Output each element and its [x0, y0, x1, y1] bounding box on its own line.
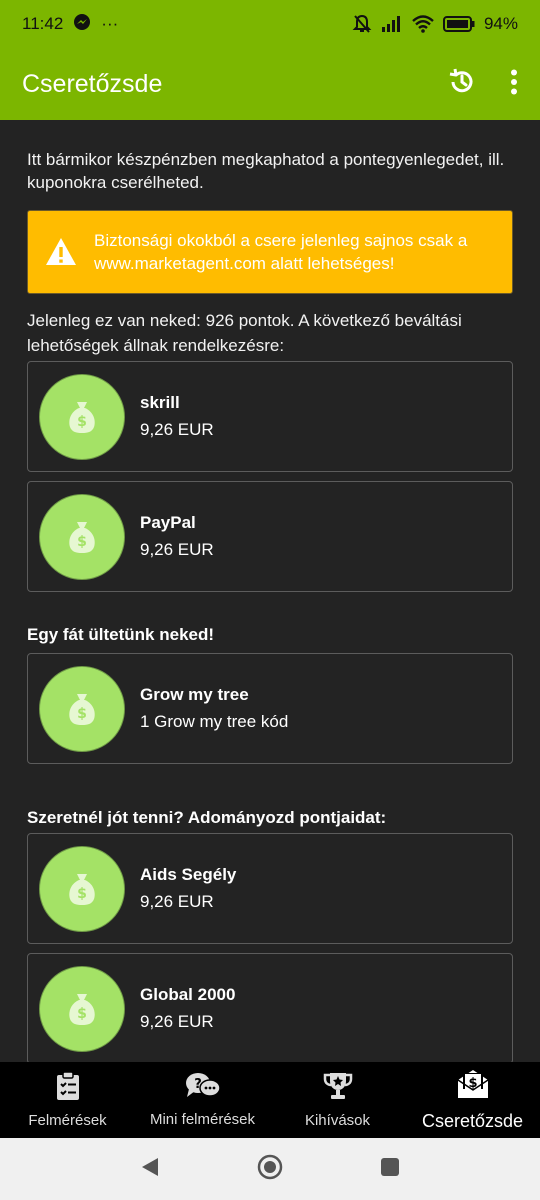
option-value: 9,26 EUR	[140, 420, 214, 439]
chat-question-icon: ?	[185, 1072, 221, 1105]
option-value: 9,26 EUR	[140, 540, 214, 559]
payout-option-paypal[interactable]: $ PayPal 9,26 EUR	[27, 481, 513, 592]
trophy-icon	[322, 1071, 354, 1106]
tree-section-title: Egy fát ültetünk neked!	[27, 625, 215, 644]
home-circle-icon	[257, 1154, 283, 1185]
app-bar: Cseretőzsde	[0, 48, 540, 120]
money-bag-icon: $	[39, 845, 125, 932]
messenger-icon	[73, 13, 91, 36]
intro-text: Itt bármikor készpénzben megkaphatod a p…	[27, 150, 505, 192]
svg-text:$: $	[77, 534, 87, 550]
option-name: PayPal	[140, 513, 196, 532]
home-button[interactable]	[240, 1144, 300, 1194]
svg-text:$: $	[77, 1006, 87, 1022]
balance-prefix: Jelenleg ez van neked:	[27, 311, 206, 330]
option-name: Aids Segély	[140, 865, 237, 884]
recents-button[interactable]	[360, 1144, 420, 1194]
option-value: 9,26 EUR	[140, 1012, 214, 1031]
clipboard-checklist-icon	[54, 1071, 82, 1106]
nav-label: Mini felmérések	[149, 1111, 256, 1128]
money-bag-icon: $	[39, 373, 125, 460]
payout-option-skrill[interactable]: $ skrill 9,26 EUR	[27, 361, 513, 472]
battery-level: 94%	[483, 14, 518, 33]
nav-item-mini-surveys[interactable]: ? Mini felmérések	[135, 1062, 270, 1138]
nav-item-exchange[interactable]: $ Cseretőzsde	[405, 1062, 540, 1138]
nav-item-surveys[interactable]: Felmérések	[0, 1062, 135, 1138]
nav-label: Felmérések	[28, 1112, 107, 1129]
warning-icon	[44, 235, 78, 269]
recents-square-icon	[380, 1157, 400, 1182]
nav-item-challenges[interactable]: Kihívások	[270, 1062, 405, 1138]
balance-text: Jelenleg ez van neked: 926 pontok. A köv…	[27, 308, 513, 358]
page-title: Cseretőzsde	[22, 69, 163, 98]
history-icon	[447, 67, 477, 102]
svg-text:?: ?	[194, 1077, 202, 1092]
money-bag-icon: $	[39, 665, 125, 752]
status-time: 11:42	[22, 14, 64, 33]
back-button[interactable]	[120, 1144, 180, 1194]
money-envelope-icon: $	[456, 1068, 490, 1105]
svg-text:$: $	[77, 706, 87, 722]
option-name: skrill	[140, 393, 180, 412]
option-name: Global 2000	[140, 985, 236, 1004]
donation-section-title: Szeretnél jót tenni? Adományozd pontjaid…	[27, 808, 387, 827]
donation-option-global-2000[interactable]: $ Global 2000 9,26 EUR	[27, 953, 513, 1062]
status-bar: 11:42 ··· 94%	[0, 0, 540, 48]
system-navigation-bar	[0, 1138, 540, 1200]
bottom-navigation: Felmérések ? Mini felmérések Kihívások $…	[0, 1062, 540, 1138]
main-content: Itt bármikor készpénzben megkaphatod a p…	[0, 120, 540, 1062]
more-notifications-indicator: ···	[101, 14, 119, 33]
svg-text:$: $	[77, 886, 87, 902]
option-value: 9,26 EUR	[140, 892, 214, 911]
bell-muted-icon	[352, 14, 372, 34]
donation-option-aids-segely[interactable]: $ Aids Segély 9,26 EUR	[27, 833, 513, 944]
money-bag-icon: $	[39, 493, 125, 580]
signal-icon	[381, 15, 403, 33]
balance-points: 926 pontok	[205, 311, 290, 330]
option-name: Grow my tree	[140, 685, 249, 704]
overflow-menu-button[interactable]	[488, 58, 540, 110]
tree-option-grow-my-tree[interactable]: $ Grow my tree 1 Grow my tree kód	[27, 653, 513, 764]
more-vert-icon	[510, 69, 518, 100]
money-bag-icon: $	[39, 965, 125, 1052]
back-triangle-icon	[140, 1156, 160, 1183]
warning-text: Biztonsági okokból a csere jelenleg sajn…	[94, 231, 468, 273]
history-button[interactable]	[436, 58, 488, 110]
svg-text:$: $	[77, 414, 87, 430]
nav-label: Cseretőzsde	[421, 1111, 524, 1131]
wifi-icon	[412, 15, 434, 33]
option-value: 1 Grow my tree kód	[140, 712, 289, 731]
battery-icon	[442, 16, 475, 32]
nav-label: Kihívások	[304, 1112, 371, 1129]
warning-banner: Biztonsági okokból a csere jelenleg sajn…	[27, 210, 513, 294]
